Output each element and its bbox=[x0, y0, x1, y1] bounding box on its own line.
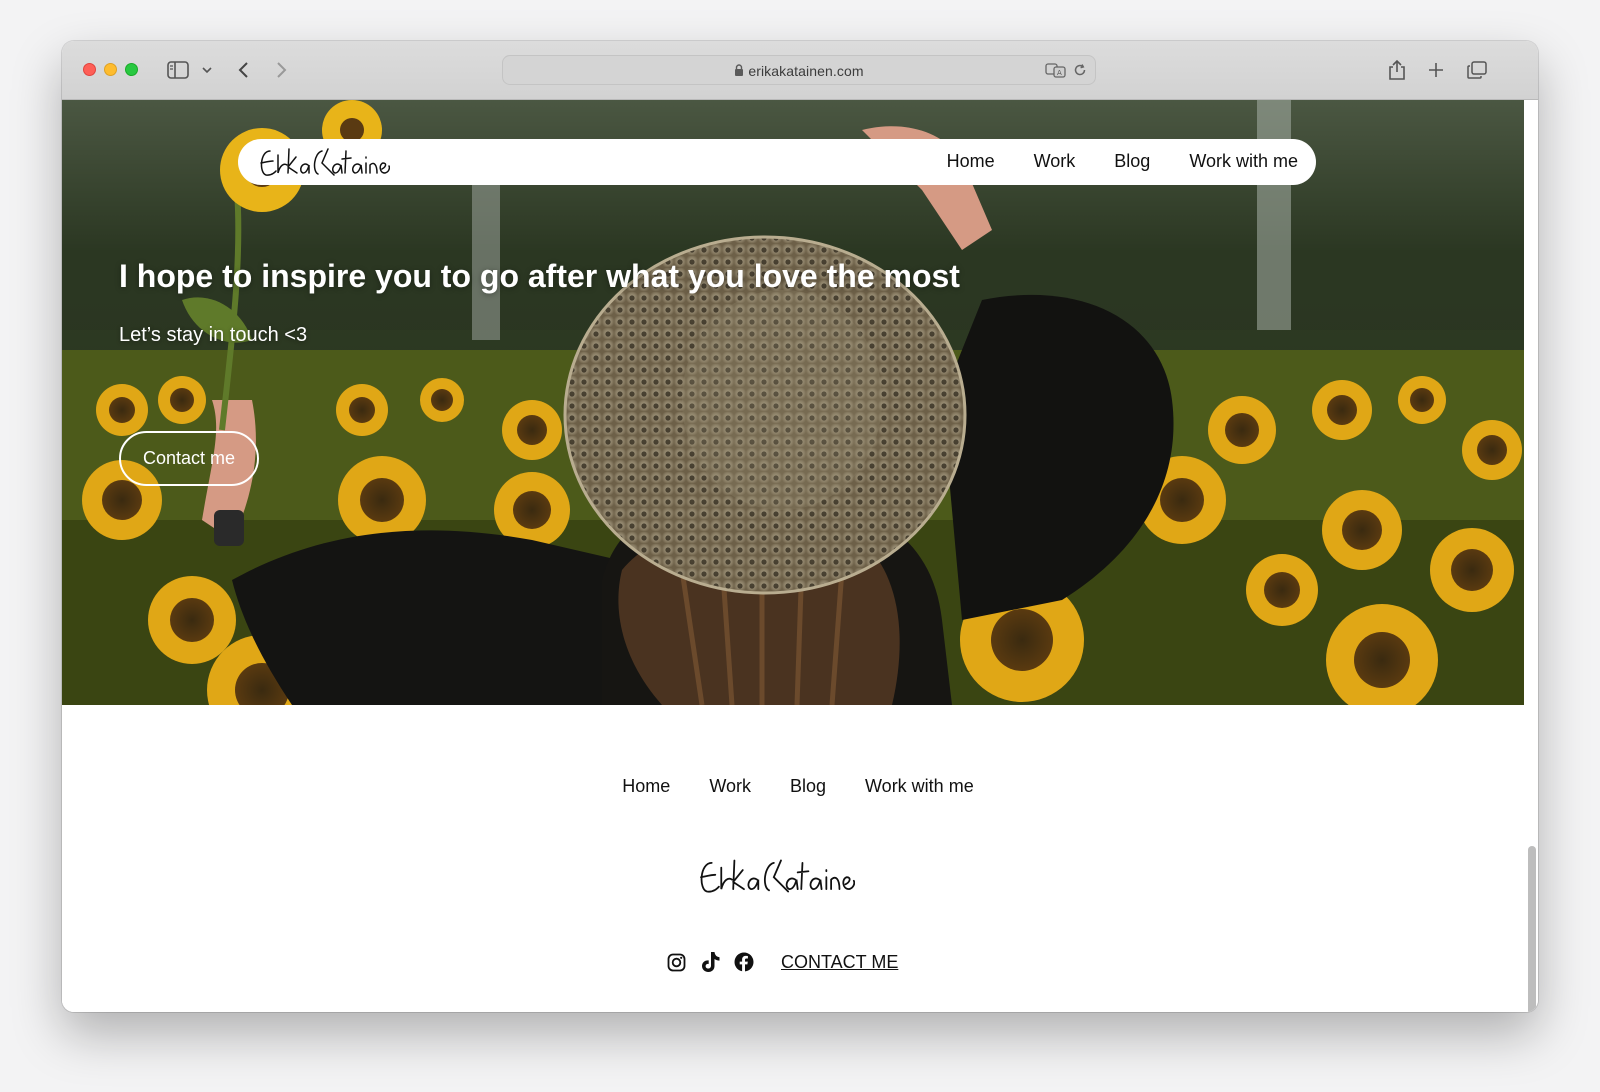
footer-nav: Home Work Blog Work with me bbox=[62, 776, 1524, 797]
tiktok-icon[interactable] bbox=[699, 951, 721, 973]
page-viewport: Home Work Blog Work with me I hope to in… bbox=[62, 100, 1538, 1012]
browser-toolbar: erikakatainen.com A bbox=[62, 41, 1538, 100]
footer-blog-link[interactable]: Blog bbox=[790, 776, 826, 797]
page-scrollbar[interactable] bbox=[1528, 846, 1536, 1012]
nav-work-link[interactable]: Work bbox=[1034, 151, 1076, 172]
footer-work-link[interactable]: Work bbox=[709, 776, 751, 797]
instagram-icon[interactable] bbox=[665, 951, 687, 973]
facebook-icon[interactable] bbox=[733, 951, 755, 973]
svg-text:A: A bbox=[1057, 69, 1062, 77]
nav-home-link[interactable]: Home bbox=[947, 151, 995, 172]
hero-section: Home Work Blog Work with me I hope to in… bbox=[62, 100, 1524, 705]
hero-subtitle: Let’s stay in touch <3 bbox=[119, 324, 308, 346]
contact-me-button[interactable]: Contact me bbox=[119, 431, 259, 486]
back-icon[interactable] bbox=[230, 57, 256, 83]
site-nav-bar: Home Work Blog Work with me bbox=[238, 139, 1316, 185]
social-links: CONTACT ME bbox=[665, 951, 898, 973]
maximize-window-button[interactable] bbox=[125, 63, 138, 76]
nav-blog-link[interactable]: Blog bbox=[1114, 151, 1150, 172]
hero-title: I hope to inspire you to go after what y… bbox=[119, 258, 960, 294]
share-icon[interactable] bbox=[1384, 57, 1410, 83]
lock-icon bbox=[734, 64, 744, 80]
tab-overview-icon[interactable] bbox=[1464, 57, 1490, 83]
url-text: erikakatainen.com bbox=[748, 63, 864, 79]
hero-background-photo bbox=[62, 100, 1524, 705]
site-logo[interactable] bbox=[256, 143, 391, 186]
footer-work-with-me-link[interactable]: Work with me bbox=[865, 776, 974, 797]
translate-icon[interactable]: A bbox=[1045, 62, 1067, 83]
footer-logo[interactable] bbox=[695, 853, 856, 904]
forward-icon[interactable] bbox=[269, 57, 295, 83]
browser-window: erikakatainen.com A Home Work Blog Work … bbox=[62, 41, 1538, 1012]
sidebar-toggle-icon[interactable] bbox=[165, 57, 191, 83]
new-tab-icon[interactable] bbox=[1423, 57, 1449, 83]
nav-work-with-me-link[interactable]: Work with me bbox=[1189, 151, 1298, 172]
chevron-down-icon[interactable] bbox=[194, 57, 220, 83]
footer-contact-link[interactable]: CONTACT ME bbox=[781, 952, 898, 973]
address-bar[interactable]: erikakatainen.com A bbox=[502, 55, 1096, 85]
close-window-button[interactable] bbox=[83, 63, 96, 76]
site-footer: Home Work Blog Work with me CONTACT ME bbox=[62, 705, 1524, 1012]
reload-icon[interactable] bbox=[1073, 62, 1087, 83]
footer-home-link[interactable]: Home bbox=[622, 776, 670, 797]
minimize-window-button[interactable] bbox=[104, 63, 117, 76]
